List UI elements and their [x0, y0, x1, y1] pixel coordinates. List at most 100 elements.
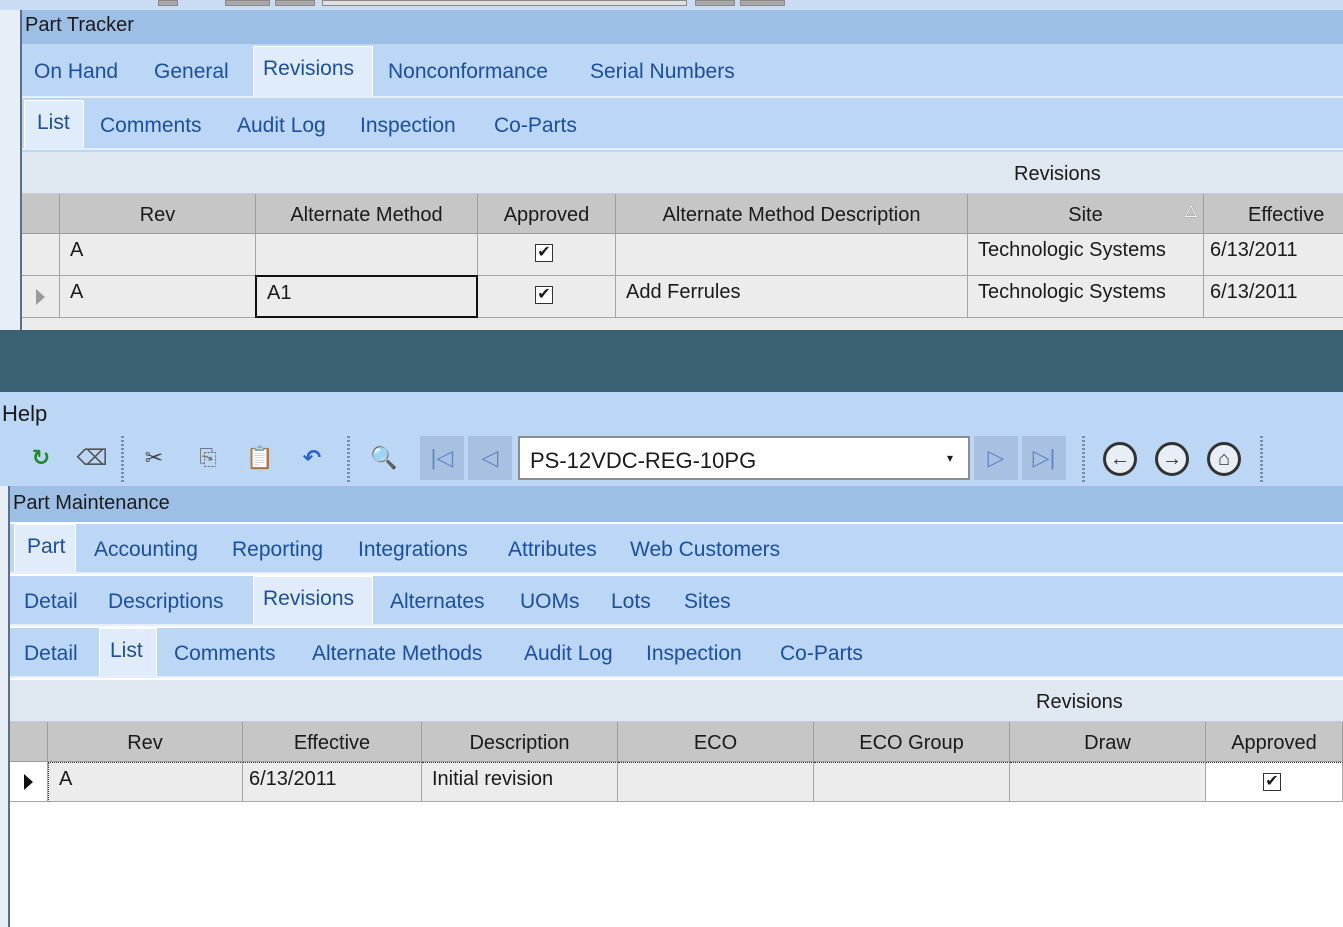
cell-effective[interactable]: 6/13/2011 — [1204, 234, 1343, 276]
undo-icon[interactable]: ↶ — [294, 438, 330, 478]
refresh-icon[interactable]: ↻ — [24, 438, 58, 478]
cell-site[interactable]: Technologic Systems — [968, 276, 1204, 318]
tab-accounting[interactable]: Accounting — [94, 524, 198, 572]
col-site[interactable]: Site △ — [968, 194, 1204, 234]
chevron-down-icon[interactable]: ▾ — [932, 438, 968, 478]
tab-co-parts[interactable]: Co-Parts — [494, 100, 577, 148]
first-record-icon[interactable]: |◁ — [420, 436, 464, 480]
cell-rev[interactable]: A — [60, 276, 256, 318]
home-icon[interactable]: ⌂ — [1207, 442, 1241, 476]
tab-inspection[interactable]: Inspection — [646, 628, 742, 676]
left-border — [0, 10, 22, 330]
cell-effective[interactable]: 6/13/2011 — [243, 762, 422, 802]
cell-alternate-method-description[interactable]: Add Ferrules — [616, 276, 968, 318]
col-rev[interactable]: Rev — [60, 194, 256, 234]
col-description[interactable]: Description — [422, 722, 618, 762]
tab-comments[interactable]: Comments — [174, 628, 276, 676]
col-draw[interactable]: Draw — [1010, 722, 1206, 762]
tab-list[interactable]: List — [24, 100, 84, 148]
eraser-icon[interactable]: ⌫ — [74, 438, 110, 478]
part-number-value: PS-12VDC-REG-10PG — [530, 448, 757, 473]
cell-alternate-method[interactable] — [256, 234, 478, 276]
col-rev[interactable]: Rev — [48, 722, 243, 762]
col-approved[interactable]: Approved — [478, 194, 616, 234]
tab-detail[interactable]: Detail — [24, 576, 78, 624]
col-alternate-method-description[interactable]: Alternate Method Description — [616, 194, 968, 234]
cell-alternate-method-focused[interactable]: A1 — [255, 275, 478, 318]
row-selector[interactable] — [22, 276, 60, 318]
toolbar-separator — [121, 436, 124, 482]
col-eco[interactable]: ECO — [618, 722, 814, 762]
cell-effective[interactable]: 6/13/2011 — [1204, 276, 1343, 318]
tab-alternates[interactable]: Alternates — [390, 576, 485, 624]
tab-lots[interactable]: Lots — [611, 576, 651, 624]
cell-approved[interactable]: ✔ — [478, 234, 616, 276]
cell-alternate-method-description[interactable] — [616, 234, 968, 276]
menu-help[interactable]: Help — [2, 401, 47, 427]
copy-icon[interactable]: ⎘ — [190, 438, 226, 478]
tab-revisions[interactable]: Revisions — [253, 46, 373, 96]
tab-uoms[interactable]: UOMs — [520, 576, 580, 624]
forward-arrow-icon[interactable]: → — [1155, 442, 1189, 476]
toolbar-fragment — [695, 0, 735, 6]
tab-descriptions[interactable]: Descriptions — [108, 576, 224, 624]
tab-nonconformance[interactable]: Nonconformance — [388, 46, 548, 96]
col-effective[interactable]: Effective — [1204, 194, 1343, 234]
row-selector[interactable] — [22, 234, 60, 276]
cell-site[interactable]: Technologic Systems — [968, 234, 1204, 276]
tab-list[interactable]: List — [99, 628, 157, 676]
cell-draw[interactable] — [1010, 762, 1206, 802]
tab-co-parts[interactable]: Co-Parts — [780, 628, 863, 676]
sort-ascending-icon: △ — [1184, 202, 1197, 219]
paste-icon[interactable]: 📋 — [242, 438, 278, 478]
col-site-label: Site — [1068, 204, 1103, 226]
cell-approved[interactable]: ✔ — [478, 276, 616, 318]
tab-integrations[interactable]: Integrations — [358, 524, 468, 572]
tab-serial-numbers[interactable]: Serial Numbers — [590, 46, 735, 96]
grid-filler — [22, 318, 1343, 330]
toolbar-separator — [347, 436, 350, 482]
toolbar-separator — [1260, 436, 1263, 482]
tab-alternate-methods[interactable]: Alternate Methods — [312, 628, 482, 676]
tab-inspection[interactable]: Inspection — [360, 100, 456, 148]
tab-audit-log[interactable]: Audit Log — [237, 100, 326, 148]
tab-web-customers[interactable]: Web Customers — [630, 524, 780, 572]
cell-eco[interactable] — [618, 762, 814, 802]
cell-eco-group[interactable] — [814, 762, 1010, 802]
revision-sub-tabs: Detail List Comments Alternate Methods A… — [10, 628, 1343, 678]
row-indicator-icon — [36, 289, 45, 305]
tab-on-hand[interactable]: On Hand — [34, 46, 118, 96]
approved-checkbox[interactable]: ✔ — [1263, 773, 1281, 791]
col-eco-group[interactable]: ECO Group — [814, 722, 1010, 762]
toolbar-fragment — [158, 0, 178, 6]
tab-sites[interactable]: Sites — [684, 576, 731, 624]
approved-checkbox[interactable]: ✔ — [535, 244, 553, 262]
col-alternate-method[interactable]: Alternate Method — [256, 194, 478, 234]
cut-icon[interactable]: ✂ — [136, 438, 172, 478]
back-arrow-icon[interactable]: ← — [1103, 442, 1137, 476]
tab-reporting[interactable]: Reporting — [232, 524, 323, 572]
menu-bar: Help — [0, 392, 1343, 432]
col-effective[interactable]: Effective — [243, 722, 422, 762]
cell-rev[interactable]: A — [48, 762, 243, 802]
tab-detail[interactable]: Detail — [24, 628, 78, 676]
left-border — [0, 486, 10, 927]
find-icon[interactable]: 🔍 — [364, 438, 404, 478]
cell-approved[interactable]: ✔ — [1206, 762, 1343, 802]
tab-revisions[interactable]: Revisions — [253, 576, 373, 624]
next-record-icon[interactable]: ▷ — [974, 436, 1018, 480]
cell-description[interactable]: Initial revision — [422, 762, 618, 802]
last-record-icon[interactable]: ▷| — [1022, 436, 1066, 480]
cell-rev[interactable]: A — [60, 234, 256, 276]
previous-record-icon[interactable]: ◁ — [468, 436, 512, 480]
row-selector[interactable] — [10, 762, 48, 802]
col-approved[interactable]: Approved — [1206, 722, 1343, 762]
tab-attributes[interactable]: Attributes — [508, 524, 597, 572]
part-number-combobox[interactable]: PS-12VDC-REG-10PG ▾ — [518, 436, 970, 480]
approved-checkbox[interactable]: ✔ — [535, 286, 553, 304]
tab-general[interactable]: General — [154, 46, 229, 96]
tab-part[interactable]: Part — [14, 524, 76, 572]
tab-comments[interactable]: Comments — [100, 100, 202, 148]
tracker-revision-subtabs: List Comments Audit Log Inspection Co-Pa… — [22, 100, 1343, 150]
tab-audit-log[interactable]: Audit Log — [524, 628, 613, 676]
